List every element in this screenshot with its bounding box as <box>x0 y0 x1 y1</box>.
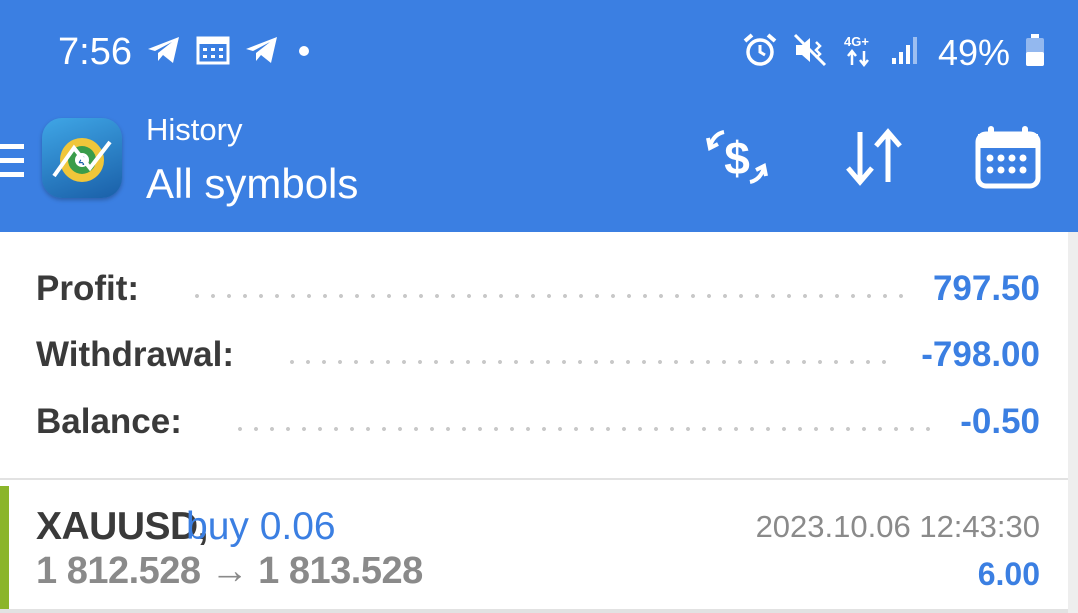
sort-button[interactable] <box>842 124 906 195</box>
summary-value: 797.50 <box>932 269 1040 308</box>
app-logo: 4 <box>42 118 122 198</box>
battery-icon <box>1024 32 1046 73</box>
telegram-icon <box>244 34 280 71</box>
status-right-icons: 4G+ 49% <box>742 32 1046 73</box>
summary-label: Profit: <box>36 269 140 308</box>
trade-symbol: XAUUSD, <box>36 505 209 548</box>
row-divider <box>0 609 1068 613</box>
history-summary: Profit: 797.50 Withdrawal: -798.00 Balan… <box>0 232 1068 478</box>
alarm-icon <box>742 32 778 73</box>
calendar-icon <box>975 126 1041 189</box>
page-subtitle: History <box>146 112 243 147</box>
status-left-icons <box>146 34 314 71</box>
calendar-notification-icon <box>196 35 230 70</box>
dot-icon <box>294 35 314 70</box>
summary-label: Balance: <box>36 402 182 441</box>
mute-vibrate-icon <box>792 32 828 73</box>
summary-value: -0.50 <box>960 402 1040 441</box>
trade-side: buy 0.06 <box>186 505 336 548</box>
network-icon: 4G+ <box>842 32 876 73</box>
dot-leader <box>284 360 894 364</box>
deposit-filter-icon: $ <box>706 130 768 184</box>
signal-icon <box>890 32 920 73</box>
menu-icon[interactable] <box>0 142 26 185</box>
battery-percent: 49% <box>938 31 1011 73</box>
summary-row-balance: Balance: -0.50 <box>36 400 1040 444</box>
app-header: 7:56 4G+ 49% 4 History All symbols $ <box>0 0 1078 232</box>
calendar-button[interactable] <box>974 124 1042 195</box>
trade-time: 2023.10.06 12:43:30 <box>755 509 1040 544</box>
deposit-filter-button[interactable]: $ <box>704 124 770 195</box>
summary-value: -798.00 <box>921 335 1040 374</box>
trade-profit: 6.00 <box>977 556 1040 592</box>
page-title[interactable]: All symbols <box>146 160 358 208</box>
trade-prices: 1 812.528 → 1 813.528 <box>36 550 423 592</box>
trade-row[interactable]: XAUUSD, buy 0.06 1 812.528 → 1 813.528 2… <box>0 482 1068 613</box>
trade-direction-bar <box>0 486 9 613</box>
dot-leader <box>231 427 933 431</box>
svg-text:$: $ <box>724 132 750 184</box>
summary-row-profit: Profit: 797.50 <box>36 267 1040 311</box>
svg-text:4G+: 4G+ <box>844 34 869 49</box>
telegram-icon <box>146 34 182 71</box>
scrollbar-track[interactable] <box>1068 232 1078 613</box>
sort-icon <box>846 128 902 186</box>
dot-leader <box>189 294 905 298</box>
summary-row-withdrawal: Withdrawal: -798.00 <box>36 333 1040 377</box>
summary-label: Withdrawal: <box>36 335 235 374</box>
divider <box>0 478 1068 480</box>
status-time: 7:56 <box>58 31 132 73</box>
